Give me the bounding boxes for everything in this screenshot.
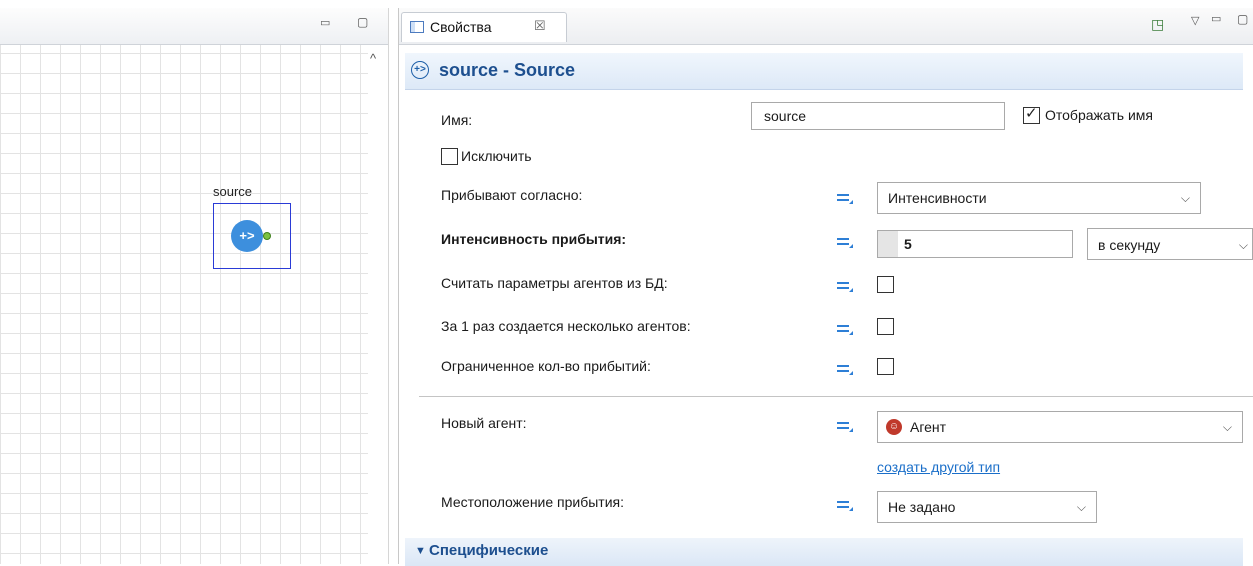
create-type-link[interactable]: создать другой тип (877, 459, 1000, 475)
read-db-label: Считать параметры агентов из БД: (441, 275, 668, 291)
rate-label: Интенсивность прибытия: (441, 231, 627, 247)
exclude-label: Исключить (461, 148, 532, 164)
agent-icon: ☺ (886, 419, 902, 435)
multiple-agents-label: За 1 раз создается несколько агентов: (441, 318, 691, 334)
chevron-down-icon: ⌵ (1180, 191, 1190, 205)
close-icon[interactable]: ☒ (534, 18, 546, 34)
divider (419, 396, 1253, 397)
arrivals-select[interactable]: Интенсивности ⌵ (877, 182, 1201, 214)
minimize-icon[interactable]: ▭ (1211, 12, 1221, 25)
tab-properties[interactable]: Свойства ☒ (401, 12, 567, 42)
show-name-label: Отображать имя (1045, 107, 1153, 123)
dynamic-value-icon[interactable] (837, 236, 853, 248)
rate-unit-select[interactable]: в секунду ⌵ (1087, 228, 1253, 260)
dynamic-value-icon[interactable] (837, 192, 853, 204)
dynamic-value-icon[interactable] (837, 363, 853, 375)
source-block-icon[interactable]: +> (231, 220, 263, 252)
limited-arrivals-checkbox[interactable] (877, 358, 894, 375)
chevron-down-icon: ⌵ (1076, 500, 1086, 514)
name-label: Имя: (441, 112, 473, 128)
maximize-icon[interactable]: ▢ (357, 15, 368, 29)
new-agent-select[interactable]: ☺ Агент ⌵ (877, 411, 1243, 443)
location-label: Местоположение прибытия: (441, 494, 625, 510)
read-db-checkbox[interactable] (877, 276, 894, 293)
chevron-down-icon: ⌵ (1238, 238, 1248, 252)
tab-bar: Свойства ☒ ◳ ▽ ▭ ▢ (399, 8, 1253, 45)
graphical-editor: ▭ ▢ ^ source +> (0, 8, 389, 564)
tab-label: Свойства (430, 19, 492, 35)
dynamic-value-icon[interactable] (837, 323, 853, 335)
cropped-top-strip (0, 0, 1253, 8)
properties-title-bar: +> source - Source (405, 53, 1243, 90)
rate-input[interactable]: 5 (877, 230, 1073, 258)
view-menu-icon[interactable]: ▽ (1191, 14, 1199, 27)
new-agent-label: Новый агент: (441, 415, 527, 431)
scroll-up-icon[interactable]: ^ (366, 52, 380, 66)
dynamic-value-icon[interactable] (837, 280, 853, 292)
show-name-checkbox[interactable] (1023, 104, 1040, 124)
block-label: source (213, 184, 253, 199)
dynamic-value-icon[interactable] (837, 499, 853, 511)
multiple-agents-checkbox[interactable] (877, 318, 894, 335)
rate-value: 5 (904, 236, 912, 252)
new-window-icon[interactable]: ◳ (1151, 16, 1164, 33)
canvas-grid[interactable] (0, 45, 368, 564)
section-specific[interactable]: ▼ Специфические (405, 538, 1243, 566)
source-block-icon: +> (411, 61, 429, 79)
exclude-checkbox[interactable] (441, 148, 458, 165)
properties-icon (410, 21, 424, 33)
spinner-handle[interactable] (878, 231, 898, 257)
chevron-down-icon: ⌵ (1222, 420, 1232, 434)
minimize-icon[interactable]: ▭ (320, 16, 330, 29)
section-label: Специфические (429, 542, 549, 559)
output-port-icon[interactable] (263, 232, 271, 240)
page-title: source - Source (439, 60, 576, 80)
new-agent-value: Агент (910, 419, 947, 435)
rate-unit-value: в секунду (1098, 237, 1161, 253)
editor-header: ▭ ▢ (0, 8, 388, 45)
arrivals-label: Прибывают согласно: (441, 187, 583, 203)
location-select[interactable]: Не задано ⌵ (877, 491, 1097, 523)
location-value: Не задано (888, 499, 956, 515)
properties-view: Свойства ☒ ◳ ▽ ▭ ▢ +> source - Source Им… (398, 8, 1253, 566)
maximize-icon[interactable]: ▢ (1237, 12, 1248, 26)
expand-arrow-icon[interactable]: ▼ (415, 545, 426, 557)
dynamic-value-icon[interactable] (837, 420, 853, 432)
arrivals-value: Интенсивности (888, 190, 987, 206)
limited-arrivals-label: Ограниченное кол-во прибытий: (441, 358, 651, 374)
name-input[interactable]: source (751, 102, 1005, 130)
